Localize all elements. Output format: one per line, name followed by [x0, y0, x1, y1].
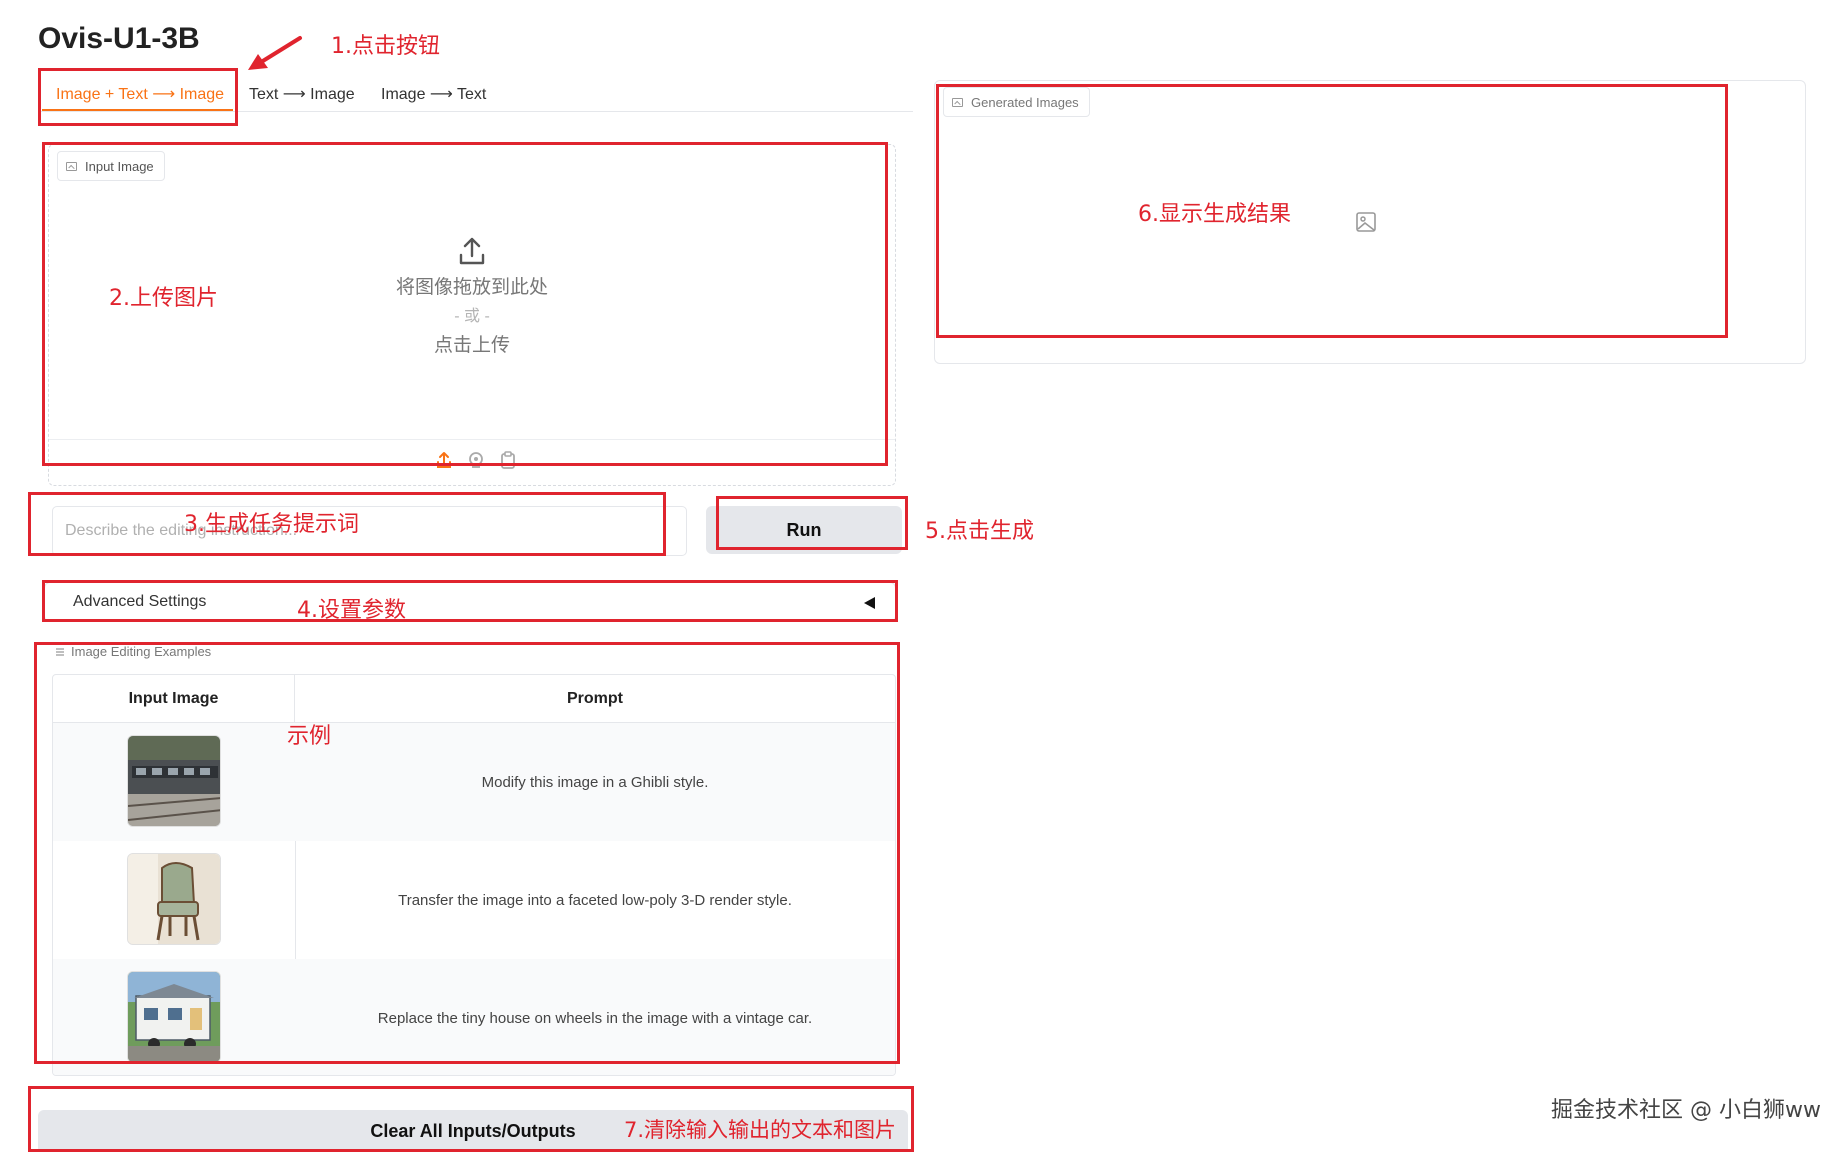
- annotation-box-examples: [34, 642, 900, 1064]
- watermark: 掘金技术社区 @ 小白狮ww: [1551, 1098, 1821, 1123]
- annotation-box-tab: [38, 68, 238, 126]
- annotation-box-run: [716, 496, 908, 550]
- tab-text-to-image[interactable]: Text ⟶ Image: [249, 84, 355, 104]
- annotation-box-advanced: [42, 580, 898, 622]
- annotation-arrow-icon: [248, 36, 302, 70]
- annotation-box-output: [936, 84, 1728, 338]
- annotation-step-2: 2.上传图片: [109, 286, 218, 311]
- annotation-step-3: 3.生成任务提示词: [184, 512, 359, 537]
- annotation-step-4: 4.设置参数: [297, 598, 406, 623]
- annotation-step-6: 6.显示生成结果: [1138, 202, 1291, 227]
- annotation-step-5: 5.点击生成: [925, 519, 1034, 544]
- annotation-examples: 示例: [287, 724, 332, 749]
- annotation-step-7: 7.清除输入输出的文本和图片: [624, 1118, 897, 1142]
- tab-image-to-text[interactable]: Image ⟶ Text: [381, 84, 486, 104]
- annotation-step-1: 1.点击按钮: [331, 34, 440, 59]
- app-title: Ovis-U1-3B: [38, 22, 200, 55]
